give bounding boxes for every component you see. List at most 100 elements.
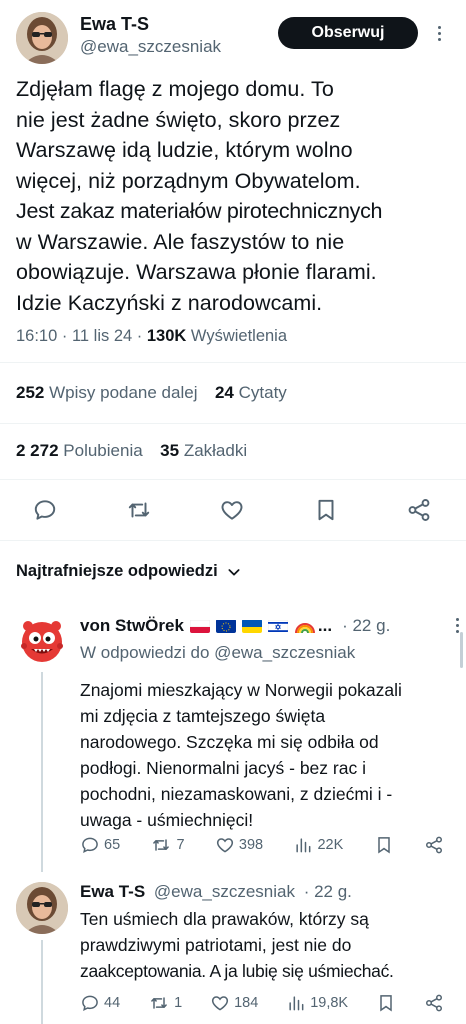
reply-icon[interactable]: [32, 497, 58, 523]
reply-like-button[interactable]: 398: [215, 835, 263, 855]
tweet-line: obowiązuje. Warszawa płonie flarami.: [16, 260, 377, 284]
bookmark-icon: [380, 995, 392, 1012]
reply-time[interactable]: · 22 g.: [342, 616, 390, 636]
reply-line: Znajomi mieszkający w Norwegii pokazali: [80, 680, 402, 700]
reply-line: Ten uśmiech dla prawaków, którzy są: [80, 909, 369, 929]
reply-line: mi zdjęcia z tamtejszego święta: [80, 706, 326, 726]
repost-icon[interactable]: [126, 497, 152, 523]
reply-author-handle[interactable]: @ewa_szczesniak: [154, 882, 295, 901]
reply-text: Znajomi mieszkający w Norwegii pokazali …: [80, 677, 460, 833]
reply-line: narodowego. Szczęka mi się odbiła od: [80, 732, 379, 752]
author-photo-icon: [16, 882, 68, 934]
eu-flag-icon: [215, 619, 236, 633]
name-ellipsis: ...: [317, 616, 333, 635]
share-icon: [425, 994, 442, 1012]
reply-line: prawdziwymi patriotami, jest nie do: [80, 935, 352, 955]
author-photo-icon: [16, 12, 68, 64]
more-options-icon[interactable]: [432, 22, 446, 44]
replies-sort-label: Najtrafniejsze odpowiedzi: [16, 562, 218, 580]
analytics-icon: [289, 996, 304, 1011]
tweet-line: Warszawę idą ludzie, którym wolno: [16, 138, 353, 162]
divider: [0, 423, 466, 424]
follow-button[interactable]: Obserwuj: [278, 17, 418, 49]
chevron-down-icon: [226, 564, 242, 580]
reply-repost-button[interactable]: 1: [148, 993, 182, 1013]
reply-line: zaakceptowania. A ja lubię się uśmiechać…: [80, 961, 394, 981]
tweet-line: Idzie Kaczyński z narodowcami.: [16, 290, 323, 315]
like-count: 398: [238, 837, 264, 853]
reply-bookmark-button[interactable]: [376, 993, 396, 1013]
comment-count: 65: [104, 837, 121, 853]
tweet-line: nie jest żadne święto, skoro przez: [16, 107, 341, 132]
share-icon: [425, 836, 442, 854]
reply-avatar[interactable]: [16, 614, 68, 666]
ukraine-flag-icon: [241, 619, 262, 633]
reply-to-line[interactable]: W odpowiedzi do @ewa_szczesniak: [80, 643, 355, 663]
likes-label: Polubienia: [63, 441, 143, 460]
reply-author-name[interactable]: von StwÖrek: [80, 616, 184, 636]
reply-bookmark-button[interactable]: [374, 835, 394, 855]
bookmark-icon[interactable]: [313, 497, 339, 523]
reply-share-button[interactable]: [424, 835, 444, 855]
views-count: 19,8K: [310, 995, 349, 1011]
reply-like-button[interactable]: 184: [210, 993, 258, 1013]
reply-line: podłogi. Nienormalni jacyś - bez rac i: [80, 758, 366, 778]
monster-avatar-icon: [21, 621, 63, 662]
reply-author-name[interactable]: Ewa T-S: [80, 882, 145, 901]
reply-header: Ewa T-S @ewa_szczesniak · 22 g.: [80, 882, 352, 902]
rainbow-icon: [294, 618, 316, 634]
reposts-label: Wpisy podane dalej: [49, 383, 198, 402]
author-handle[interactable]: @ewa_szczesniak: [80, 37, 221, 57]
reply-icon: [82, 837, 98, 854]
like-stats[interactable]: 2 272 Polubienia 35 Zakładki: [16, 441, 247, 461]
reply-line: pochodni, niezamaskowani, z dziećmi i -: [80, 784, 393, 804]
reply-text: Ten uśmiech dla prawaków, którzy są praw…: [80, 906, 464, 984]
tweet-timestamp[interactable]: 16:10 · 11 lis 24 ·: [16, 327, 147, 345]
reply-comment-button[interactable]: 44: [80, 993, 120, 1013]
reply-views-button[interactable]: 22K: [293, 835, 343, 855]
divider: [0, 540, 466, 541]
reply-avatar[interactable]: [16, 882, 68, 934]
views-count: 22K: [317, 837, 344, 853]
repost-count: 7: [176, 837, 185, 853]
views-count: 130K: [146, 327, 187, 345]
tweet-line: Jest zakaz materiałów pirotechnicznych: [16, 199, 383, 223]
divider: [0, 479, 466, 480]
reposts-count: 252: [16, 383, 45, 402]
tweet-actions: [32, 496, 432, 524]
repost-stats[interactable]: 252 Wpisy podane dalej 24 Cytaty: [16, 383, 287, 403]
bookmarks-label: Zakładki: [183, 441, 248, 460]
reply-time[interactable]: · 22 g.: [304, 882, 352, 901]
author-name[interactable]: Ewa T-S: [80, 14, 149, 35]
bookmark-icon: [377, 837, 390, 854]
israel-flag-icon: [267, 619, 288, 633]
reply-views-button[interactable]: 19,8K: [286, 993, 348, 1013]
replies-sort-dropdown[interactable]: Najtrafniejsze odpowiedzi: [16, 562, 242, 581]
scrollbar-thumb[interactable]: [460, 632, 463, 668]
author-avatar[interactable]: [16, 12, 68, 64]
like-icon: [216, 838, 233, 853]
likes-count: 2 272: [16, 441, 59, 460]
quotes-count[interactable]: 24: [215, 383, 234, 402]
tweet-text: Zdjęłam flagę z mojego domu. To nie jest…: [16, 74, 462, 318]
reply-repost-button[interactable]: 7: [150, 835, 185, 855]
tweet-line: w Warszawie. Ale faszystów to nie: [16, 229, 345, 254]
like-icon: [212, 996, 229, 1011]
reply-line: uwaga - uśmiechnięci!: [80, 810, 254, 830]
reply-actions: 65 7 398 22K: [80, 834, 444, 856]
reply-comment-button[interactable]: 65: [80, 835, 120, 855]
tweet-meta: 16:10 · 11 lis 24 · 130K Wyświetlenia: [16, 327, 287, 346]
tweet-line: więcej, niż porządnym Obywatelom.: [16, 168, 361, 193]
quotes-label[interactable]: Cytaty: [239, 383, 287, 402]
reply-actions: 44 1 184 19,8K: [80, 992, 444, 1014]
thread-line: [41, 940, 43, 1024]
reply-share-button[interactable]: [424, 993, 444, 1013]
bookmarks-count: 35: [160, 441, 180, 460]
repost-count: 1: [174, 995, 183, 1011]
like-icon[interactable]: [219, 497, 245, 523]
thread-line: [41, 672, 43, 872]
tweet-line: Zdjęłam flagę z mojego domu. To: [16, 77, 334, 101]
share-icon[interactable]: [406, 497, 432, 523]
poland-flag-icon: [189, 619, 210, 633]
views-label: Wyświetlenia: [186, 327, 288, 345]
